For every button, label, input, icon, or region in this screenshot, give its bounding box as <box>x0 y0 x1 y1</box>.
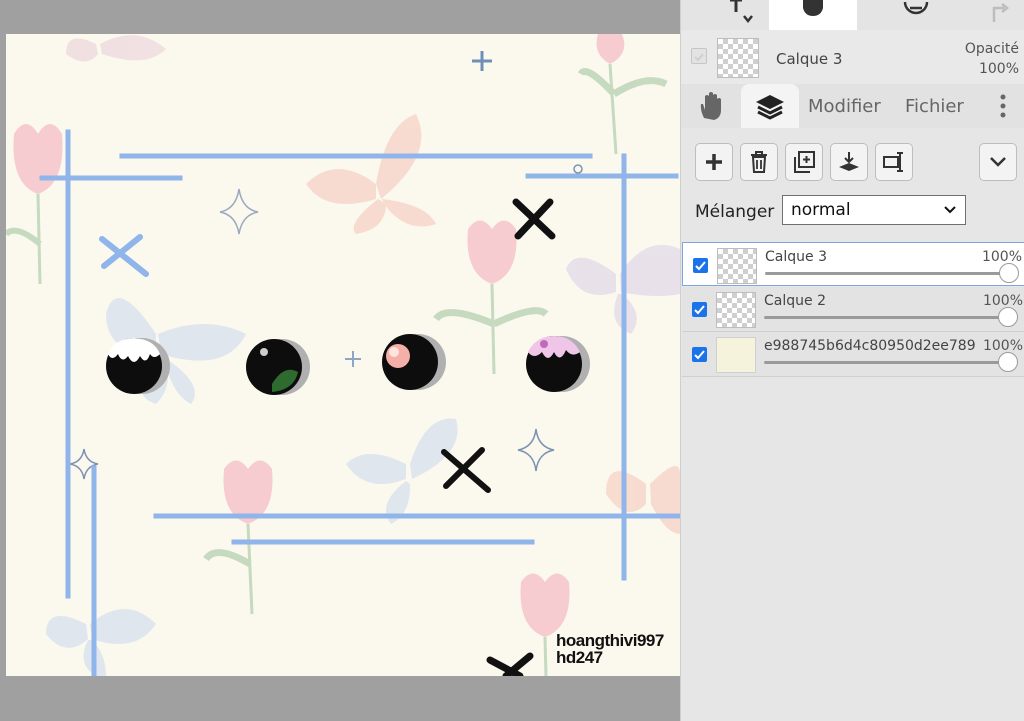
layer-visibility-checkbox[interactable] <box>692 302 707 317</box>
chevron-down-icon <box>990 157 1006 167</box>
butterfly-icon <box>346 418 458 524</box>
workspace: hoangthivi997 hd247 <box>0 0 680 721</box>
text-tool[interactable] <box>701 0 771 30</box>
tab-modifier[interactable]: Modifier <box>808 84 881 128</box>
watermark-text: hoangthivi997 hd247 <box>556 632 664 666</box>
current-layer-thumbnail <box>717 38 759 78</box>
black-orb-peach <box>382 334 446 390</box>
butterfly-icon <box>306 114 436 234</box>
slider-knob[interactable] <box>998 307 1018 327</box>
duplicate-layer-button[interactable] <box>785 143 823 181</box>
butterfly-icon <box>46 609 156 676</box>
text-tool-icon <box>730 0 753 24</box>
chevron-down-icon <box>944 206 956 214</box>
opacity-value: 100% <box>978 61 1019 77</box>
zoom-out-tool[interactable] <box>891 0 941 30</box>
duplicate-layer-icon <box>794 151 815 173</box>
layer-opacity-slider[interactable] <box>765 263 1019 283</box>
blend-mode-label: Mélanger <box>695 202 775 222</box>
layers-icon <box>756 95 784 120</box>
layer-row-calque-2[interactable]: Calque 2 100% <box>682 287 1024 332</box>
slider-knob[interactable] <box>998 352 1018 372</box>
layer-row-calque-3[interactable]: Calque 3 100% <box>682 242 1024 286</box>
redo-button[interactable] <box>981 0 1021 30</box>
layer-opacity: 100% <box>982 293 1023 309</box>
redo-icon <box>992 3 1010 22</box>
tool-strip <box>681 0 1024 30</box>
frame-lines <box>39 129 680 676</box>
close-icon <box>512 198 556 240</box>
tulip-icon <box>577 34 668 155</box>
butterfly-icon <box>66 35 166 62</box>
layer-thumbnail <box>716 292 756 328</box>
small-plus-icon <box>472 51 492 71</box>
hand-tool[interactable] <box>769 0 857 30</box>
layer-name: Calque 2 <box>764 293 826 309</box>
transform-layer-button[interactable] <box>875 143 913 181</box>
add-layer-button[interactable] <box>695 143 733 181</box>
layer-name: Calque 3 <box>765 249 827 265</box>
current-layer-header: Calque 3 Opacité 100% <box>681 30 1024 86</box>
layer-opacity: 100% <box>981 249 1022 265</box>
tulip-icon <box>203 460 273 615</box>
tab-fichier[interactable]: Fichier <box>905 84 964 128</box>
black-orb-pink <box>526 336 590 392</box>
delete-layer-button[interactable] <box>740 143 778 181</box>
small-plus-icon <box>345 351 361 367</box>
hand-tool-icon <box>803 0 823 16</box>
tab-layers[interactable] <box>741 84 799 128</box>
blend-mode-value: normal <box>791 200 851 220</box>
panel-tabs: Modifier Fichier <box>681 84 1024 128</box>
layer-opacity-slider[interactable] <box>764 352 1018 372</box>
tulip-icon <box>6 124 63 285</box>
close-icon <box>486 652 534 676</box>
layers-panel: Calque 3 Opacité 100% Modifier Fichier M… <box>680 0 1024 721</box>
check-icon <box>694 53 704 62</box>
delete-layer-icon <box>751 151 767 173</box>
add-layer-icon <box>706 154 722 170</box>
current-layer-visibility-checkbox[interactable] <box>691 48 707 64</box>
merge-down-button[interactable] <box>830 143 868 181</box>
close-icon <box>441 447 491 493</box>
layer-options-button[interactable] <box>979 143 1017 181</box>
slider-knob[interactable] <box>999 263 1019 283</box>
sparkle-icon <box>517 428 555 472</box>
opacity-label: Opacité <box>964 41 1019 57</box>
watermark-line-2: hd247 <box>556 648 603 667</box>
layer-opacity-slider[interactable] <box>764 307 1018 327</box>
hand-icon <box>700 92 721 120</box>
opacity-readout[interactable]: Opacité 100% <box>965 39 1019 79</box>
blue-x-mark <box>99 234 149 277</box>
transform-icon <box>883 152 903 172</box>
black-orb-leaf <box>246 339 310 395</box>
black-orb-snow <box>106 338 170 394</box>
layer-visibility-checkbox[interactable] <box>692 347 707 362</box>
layer-row-background[interactable]: e988745b6d4c80950d2ee789 100% <box>682 332 1024 377</box>
watermark-line-1: hoangthivi997 <box>556 631 664 650</box>
layer-thumbnail <box>716 337 756 373</box>
more-vertical-icon <box>1000 94 1006 118</box>
tab-hand[interactable] <box>691 84 731 128</box>
image-canvas[interactable]: hoangthivi997 hd247 <box>6 34 680 676</box>
layer-thumbnail <box>717 248 757 284</box>
butterfly-icon <box>606 466 680 534</box>
layer-name: e988745b6d4c80950d2ee789 <box>764 338 976 354</box>
layer-opacity: 100% <box>982 338 1023 354</box>
layer-visibility-checkbox[interactable] <box>693 258 708 273</box>
sparkle-icon <box>219 188 259 235</box>
small-circle-mark <box>573 164 583 174</box>
merge-down-icon <box>839 152 859 171</box>
current-layer-name[interactable]: Calque 3 <box>776 50 842 68</box>
more-menu-button[interactable] <box>991 84 1015 128</box>
blend-mode-select[interactable]: normal <box>782 195 966 225</box>
canvas-artwork <box>6 34 680 676</box>
minus-circle-icon <box>903 1 929 15</box>
